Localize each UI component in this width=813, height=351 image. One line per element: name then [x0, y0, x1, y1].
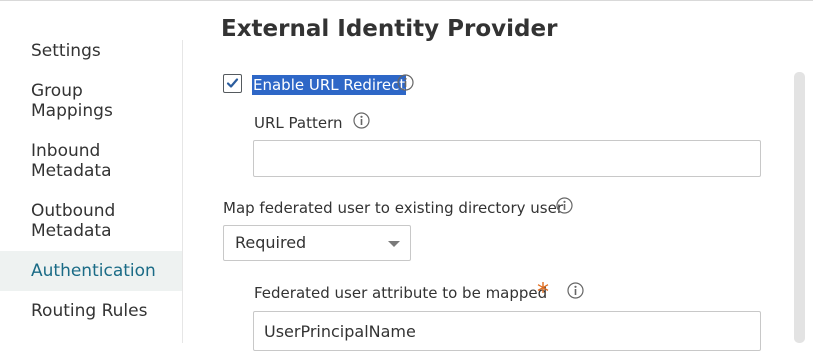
required-asterisk: * — [537, 278, 549, 306]
sidebar-item-label: Authentication — [31, 261, 156, 281]
info-icon[interactable] — [353, 112, 370, 129]
map-user-select[interactable]: Required — [223, 225, 411, 261]
sidebar-item-outbound-metadata[interactable]: Outbound Metadata — [0, 201, 182, 241]
sidebar-item-settings[interactable]: Settings — [0, 41, 182, 61]
sidebar: Settings Group Mappings Inbound Metadata… — [0, 0, 182, 343]
sidebar-item-label: Group — [31, 81, 83, 101]
sidebar-item-routing-rules[interactable]: Routing Rules — [0, 301, 182, 321]
url-pattern-label: URL Pattern — [254, 114, 343, 132]
sidebar-item-label: Inbound — [31, 141, 101, 161]
map-user-label: Map federated user to existing directory… — [223, 199, 564, 217]
chevron-down-icon — [388, 241, 400, 247]
sidebar-item-label: Metadata — [31, 161, 112, 181]
sidebar-item-label: Settings — [31, 41, 101, 61]
sidebar-item-inbound-metadata[interactable]: Inbound Metadata — [0, 141, 182, 181]
scrollbar[interactable] — [794, 72, 805, 343]
attribute-label: Federated user attribute to be mapped — [254, 284, 548, 302]
page-title: External Identity Provider — [221, 16, 558, 42]
sidebar-item-group-mappings[interactable]: Group Mappings — [0, 81, 182, 121]
sidebar-item-authentication[interactable]: Authentication — [0, 251, 182, 291]
enable-url-redirect-checkbox[interactable] — [223, 74, 242, 93]
sidebar-item-label: Metadata — [31, 221, 112, 241]
sidebar-item-label: Outbound — [31, 201, 116, 221]
sidebar-item-label: Routing Rules — [31, 301, 148, 321]
check-icon — [226, 78, 239, 88]
sidebar-item-label: Mappings — [31, 101, 113, 121]
info-icon[interactable] — [397, 74, 414, 91]
attribute-input[interactable] — [253, 311, 761, 351]
main-panel: External Identity Provider Enable URL Re… — [183, 0, 813, 351]
enable-url-redirect-label[interactable]: Enable URL Redirect — [252, 75, 407, 95]
info-icon[interactable] — [567, 282, 584, 299]
scrollbar-thumb[interactable] — [794, 72, 805, 343]
info-icon[interactable] — [556, 197, 573, 214]
map-user-selected-value: Required — [235, 233, 307, 252]
url-pattern-input[interactable] — [253, 140, 761, 177]
